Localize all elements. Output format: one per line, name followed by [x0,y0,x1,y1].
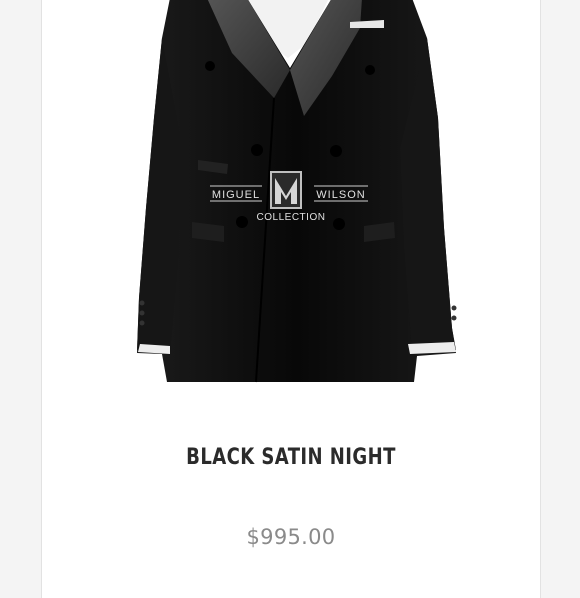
watermark-text-wilson: WILSON [316,189,365,201]
product-price: $995.00 [246,525,336,549]
tuxedo-jacket-image: MIGUEL WILSON COLLECTION [137,0,457,383]
product-title[interactable]: BLACK SATIN NIGHT [87,445,495,470]
watermark-text-collection: COLLECTION [257,212,326,223]
watermark-text-miguel: MIGUEL [212,189,260,201]
product-card[interactable]: MIGUEL WILSON COLLECTION BLACK SATIN NIG… [41,0,541,598]
product-image[interactable]: MIGUEL WILSON COLLECTION [42,0,540,388]
